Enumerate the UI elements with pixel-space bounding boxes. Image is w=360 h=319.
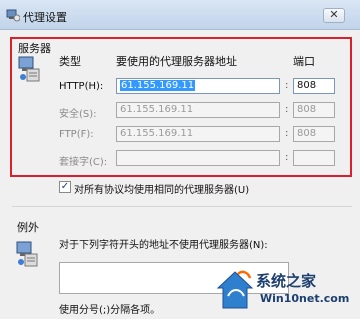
exceptions-divider: [12, 206, 352, 207]
watermark-title: 系统之家: [256, 272, 317, 290]
servers-group: 服务器 类型 要使用的代理服务器地址 端口 HTTP(H): 61.155.16…: [10, 37, 352, 177]
site-watermark: 系统之家 Win10net.com: [214, 268, 356, 316]
proxy-server-icon: [18, 56, 40, 82]
secure-label: 安全(S):: [59, 109, 97, 120]
checkbox-checked-icon[interactable]: ✓: [59, 181, 71, 193]
watermark-url: Win10net.com: [260, 292, 350, 305]
exceptions-icon: [16, 241, 38, 267]
ftp-colon: :: [285, 128, 289, 139]
secure-colon: :: [285, 104, 289, 115]
same-proxy-label: 对所有协议均使用相同的代理服务器(U): [74, 185, 250, 196]
column-port-header: 端口: [293, 55, 315, 68]
http-port-input[interactable]: 808: [293, 78, 335, 94]
socks-address-input[interactable]: [116, 150, 280, 166]
title-bar: 代理设置 ✕: [0, 0, 360, 30]
secure-port-input[interactable]: 808: [293, 102, 335, 118]
servers-group-title: 服务器: [18, 42, 51, 55]
http-address-value: 61.155.169.11: [120, 80, 196, 91]
close-icon: ✕: [329, 8, 339, 21]
http-address-input[interactable]: 61.155.169.11: [116, 78, 280, 94]
http-label: HTTP(H):: [59, 81, 104, 92]
exceptions-hint: 使用分号(;)分隔各项。: [59, 305, 161, 316]
network-settings-icon: [6, 9, 20, 22]
http-colon: :: [285, 80, 289, 91]
exceptions-group-title: 例外: [17, 221, 39, 234]
window-title: 代理设置: [23, 11, 67, 24]
secure-address-input[interactable]: 61.155.169.11: [116, 102, 280, 118]
ftp-address-input[interactable]: 61.155.169.11: [116, 126, 280, 142]
socks-port-input[interactable]: [293, 150, 335, 166]
house-logo-icon: [216, 270, 254, 309]
column-type-header: 类型: [59, 55, 81, 68]
exceptions-description: 对于下列字符开头的地址不使用代理服务器(N):: [59, 240, 268, 251]
socks-label: 套接字(C):: [59, 157, 108, 168]
ftp-label: FTP(F):: [59, 129, 94, 140]
proxy-settings-dialog: 代理设置 ✕ 服务器 类型 要使用的代理服务器地址 端口 HTTP(H): 61…: [0, 0, 360, 319]
close-button[interactable]: ✕: [323, 8, 345, 23]
column-address-header: 要使用的代理服务器地址: [116, 55, 237, 68]
ftp-port-input[interactable]: 808: [293, 126, 335, 142]
socks-colon: :: [285, 152, 289, 163]
